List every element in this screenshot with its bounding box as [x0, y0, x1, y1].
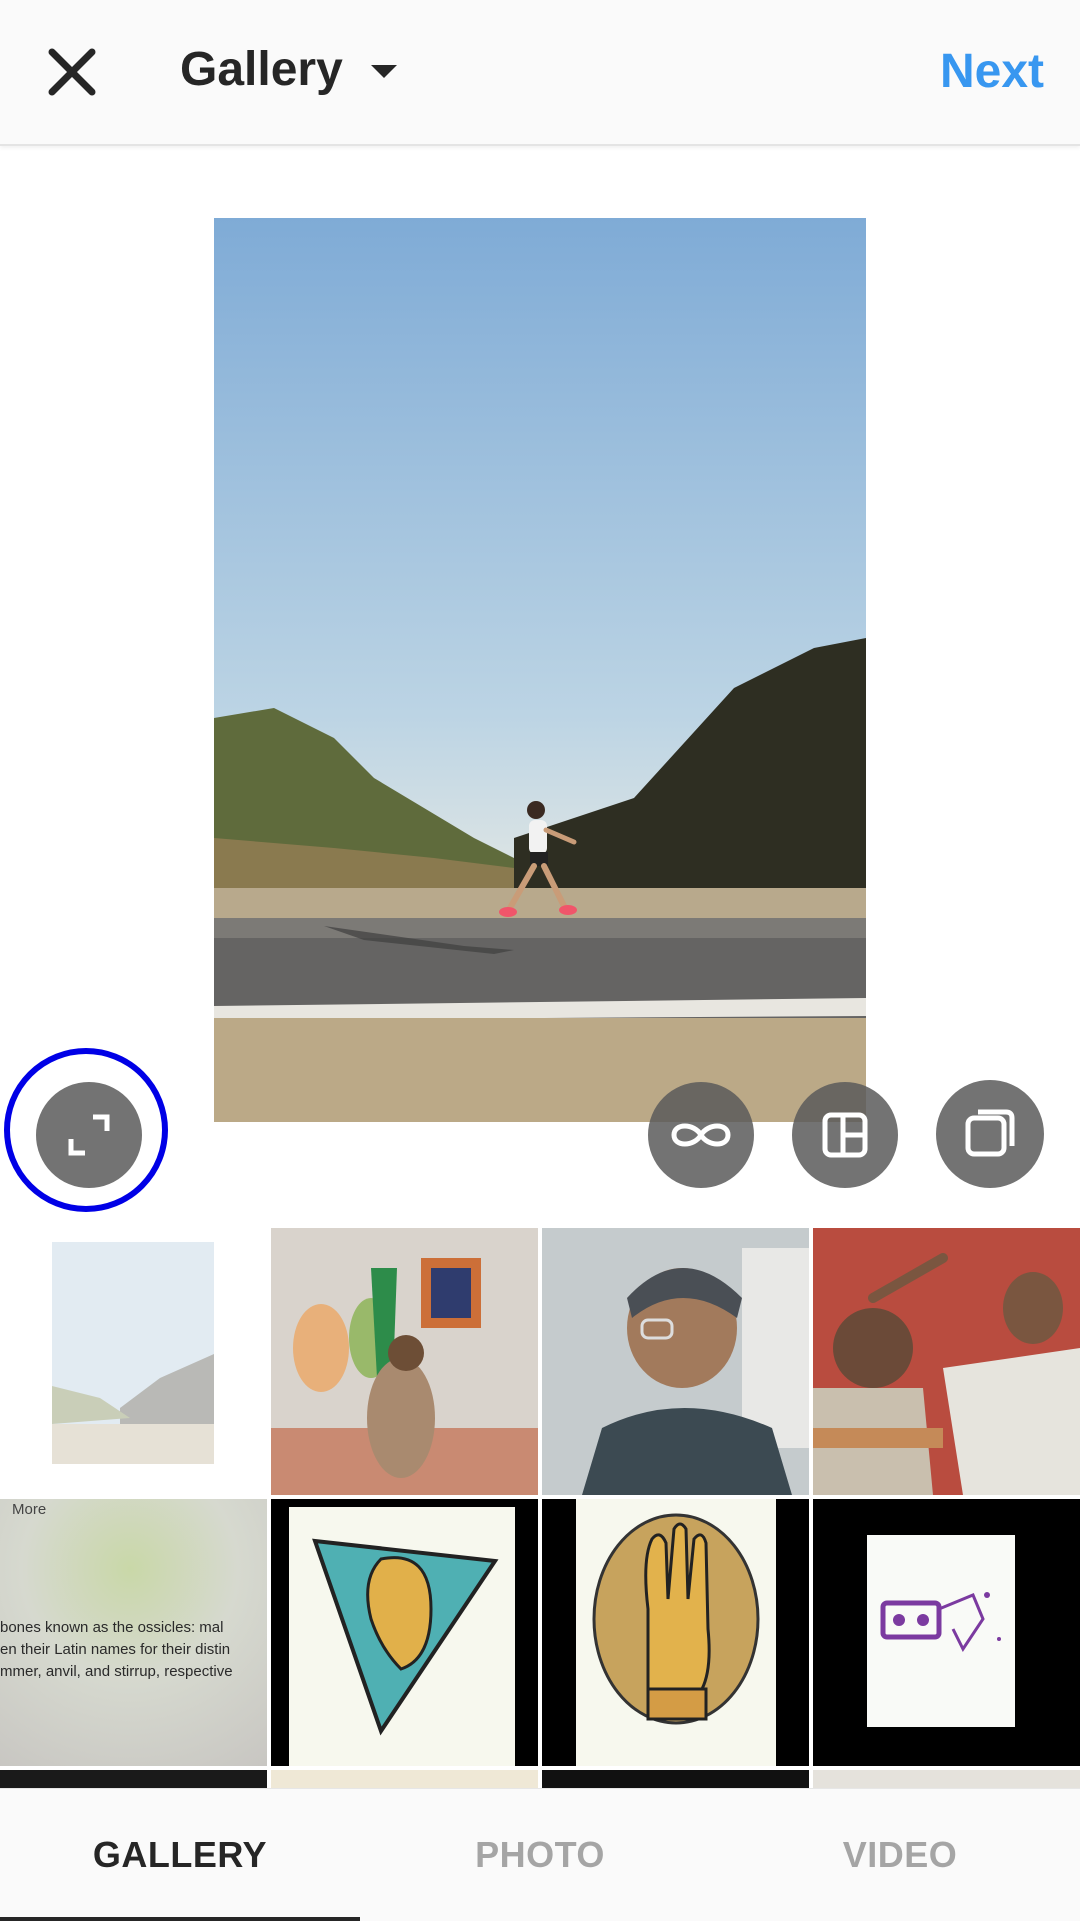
multi-select-button[interactable] [936, 1080, 1044, 1188]
expand-icon [68, 1114, 110, 1156]
tab-video[interactable]: VIDEO [720, 1789, 1080, 1921]
layout-button[interactable] [792, 1082, 898, 1188]
multi-select-icon [965, 1109, 1015, 1157]
road-walker-thumbnail[interactable] [0, 1228, 267, 1495]
boomerang-button[interactable] [648, 1082, 754, 1188]
gallery-dropdown[interactable]: Gallery [180, 42, 397, 97]
close-icon[interactable] [36, 36, 108, 108]
bottom-tab-bar: GALLERY PHOTO VIDEO [0, 1788, 1080, 1921]
next-button[interactable]: Next [940, 44, 1044, 99]
gallery-grid: More bones known as the ossicles: mal en… [0, 1228, 1080, 1788]
layout-icon [822, 1112, 868, 1158]
grid-thumbnail[interactable] [542, 1770, 809, 1788]
screen-text-thumbnail[interactable]: More bones known as the ossicles: mal en… [0, 1499, 267, 1766]
two-men-talking-thumbnail[interactable] [813, 1228, 1080, 1495]
screen-text-line: bones known as the ossicles: mal [0, 1619, 224, 1636]
chevron-down-icon [370, 65, 397, 78]
triangle-head-art-thumbnail[interactable] [271, 1499, 538, 1766]
screen-text-more: More [12, 1501, 47, 1518]
photo-preview[interactable] [214, 218, 866, 1122]
top-bar: Gallery Next [0, 0, 1080, 146]
screen-text-line: en their Latin names for their distin [0, 1641, 231, 1658]
cassette-sketch-thumbnail[interactable] [813, 1499, 1080, 1766]
man-glasses-thumbnail[interactable] [542, 1228, 809, 1495]
grid-thumbnail[interactable] [813, 1770, 1080, 1788]
active-tab-indicator [0, 1917, 360, 1921]
wall-painting-bat-thumbnail[interactable] [271, 1228, 538, 1495]
hand-oval-art-thumbnail[interactable] [542, 1499, 809, 1766]
expand-button[interactable] [36, 1082, 142, 1188]
tab-photo[interactable]: PHOTO [360, 1789, 720, 1921]
photo-woman-walking-road [214, 218, 866, 1122]
grid-thumbnail[interactable] [0, 1770, 267, 1788]
infinity-icon [671, 1123, 731, 1147]
screen-text-line: mmer, anvil, and stirrup, respective [0, 1663, 233, 1680]
grid-thumbnail[interactable] [271, 1770, 538, 1788]
tab-gallery[interactable]: GALLERY [0, 1789, 360, 1921]
gallery-title-label: Gallery [180, 43, 343, 96]
